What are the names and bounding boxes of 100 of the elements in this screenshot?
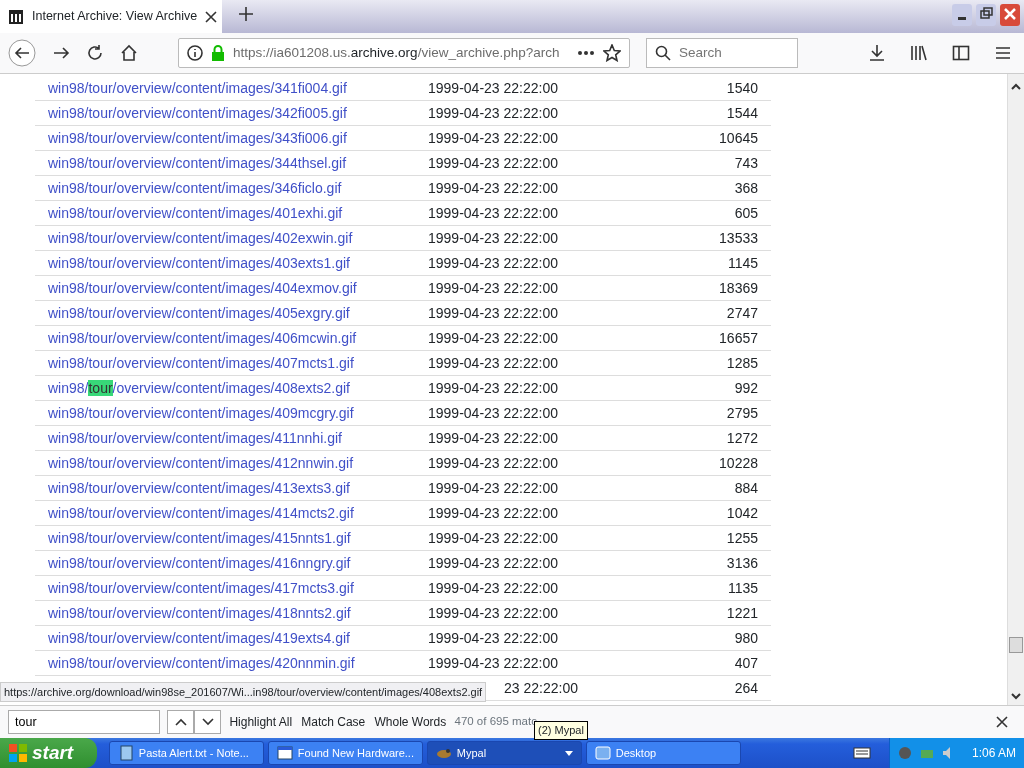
menu-icon[interactable]	[994, 44, 1012, 62]
taskbar-button[interactable]: Mypal	[427, 741, 582, 765]
close-button[interactable]	[1000, 4, 1020, 26]
size-text: 13533	[719, 230, 758, 246]
caret-icon	[565, 750, 573, 756]
find-option[interactable]: Match Case	[300, 712, 367, 732]
size-text: 2747	[726, 305, 758, 321]
date-text: 1999-04-23 22:22:00	[428, 555, 558, 571]
size-text: 743	[734, 155, 758, 171]
size-text: 1544	[726, 105, 758, 121]
file-link[interactable]: win98/tour/overview/content/images/401exhi.gif	[48, 205, 343, 221]
size-text: 3136	[726, 555, 758, 571]
keyboard-icon[interactable]	[852, 746, 871, 760]
file-link[interactable]: win98/tour/overview/content/images/419exts4.gif	[48, 630, 350, 646]
taskbar-button[interactable]: Pasta Alert.txt - Note...	[109, 741, 264, 765]
date-text: 1999-04-23 22:22:00	[428, 255, 558, 271]
window-icon	[277, 745, 293, 761]
size-text: 992	[734, 380, 758, 396]
file-link[interactable]: win98/tour/overview/content/images/341fi004.gif	[48, 80, 347, 96]
desktop-icon	[595, 745, 611, 761]
size-text: 10645	[719, 130, 758, 146]
size-text: 1255	[726, 530, 758, 546]
date-text: 23 22:22:00	[504, 680, 578, 696]
file-link[interactable]: win98/tour/overview/content/images/414mcts2.gif	[48, 505, 354, 521]
date-text: 1999-04-23 22:22:00	[428, 530, 558, 546]
download-icon[interactable]	[868, 44, 886, 62]
size-text: 1042	[726, 505, 758, 521]
size-text: 2795	[726, 405, 758, 421]
address-bar[interactable]: https://ia601208.us.archive.org/view_archive.php?arch	[178, 38, 630, 68]
size-text: 1135	[727, 580, 758, 596]
file-link[interactable]: win98/tour/overview/content/images/411nnhi.gif	[48, 430, 342, 446]
find-option[interactable]: Whole Words	[373, 712, 448, 732]
size-text: 368	[734, 180, 758, 196]
sidebar-icon[interactable]	[952, 44, 970, 62]
search-icon	[655, 45, 671, 61]
tooltip: (2) Mypal	[534, 721, 588, 740]
file-link[interactable]: win98/tour/overview/content/images/343fi006.gif	[48, 130, 347, 146]
file-link[interactable]: win98/tour/overview/content/images/402exwin.gif	[48, 230, 353, 246]
size-text: 264	[734, 680, 758, 696]
close-icon[interactable]	[996, 716, 1008, 729]
browser-tab[interactable]: Internet Archive: View Archive	[0, 0, 222, 33]
file-link[interactable]: win98/tour/overview/content/images/344thsel.gif	[48, 155, 347, 171]
more-icon[interactable]	[577, 50, 595, 56]
file-link[interactable]: win98/tour/overview/content/images/412nnwin.gif	[48, 455, 354, 471]
tab-title: Internet Archive: View Archive	[32, 8, 198, 26]
home-icon[interactable]	[120, 44, 138, 62]
size-text: 884	[734, 480, 758, 496]
close-icon[interactable]	[205, 10, 218, 23]
date-text: 1999-04-23 22:22:00	[428, 230, 558, 246]
reload-icon[interactable]	[86, 44, 104, 62]
file-link[interactable]: win98/tour/overview/content/images/420nnmin.gif	[48, 655, 355, 671]
minimize-button[interactable]	[952, 4, 972, 26]
date-text: 1999-04-23 22:22:00	[428, 480, 558, 496]
date-text: 1999-04-23 22:22:00	[428, 205, 558, 221]
taskbar-button[interactable]: Desktop	[586, 741, 741, 765]
find-field[interactable]: tour	[8, 710, 160, 734]
taskbar-button[interactable]: Found New Hardware...	[268, 741, 423, 765]
restore-button[interactable]	[976, 4, 996, 26]
size-text: 18369	[719, 280, 758, 296]
library-icon[interactable]	[910, 44, 928, 62]
start-button[interactable]: start	[0, 738, 97, 768]
chevron-up-icon	[173, 717, 188, 728]
date-text: 1999-04-23 22:22:00	[428, 580, 558, 596]
size-text: 605	[734, 205, 758, 221]
file-link[interactable]: win98/tour/overview/content/images/416nngry.gif	[48, 555, 351, 571]
padlock-icon	[211, 45, 225, 61]
previous-button[interactable]	[167, 710, 195, 734]
plus-icon[interactable]	[238, 5, 254, 22]
file-link[interactable]: win98/tour/overview/content/images/409mcgry.gif	[48, 405, 354, 421]
scroll-thumb[interactable]	[1009, 637, 1023, 653]
file-link[interactable]: win98/tour/overview/content/images/413exts3.gif	[48, 480, 350, 496]
back-icon[interactable]	[8, 39, 36, 67]
file-link[interactable]: win98/tour/overview/content/images/407mcts1.gif	[48, 355, 354, 371]
temple-icon	[8, 8, 24, 25]
date-text: 1999-04-23 22:22:00	[428, 380, 558, 396]
file-link[interactable]: win98/tour/overview/content/images/404exmov.gif	[48, 280, 357, 296]
date-text: 1999-04-23 22:22:00	[428, 280, 558, 296]
file-link[interactable]: win98/tour/overview/content/images/342fi005.gif	[48, 105, 347, 121]
size-text: 980	[734, 630, 758, 646]
date-text: 1999-04-23 22:22:00	[428, 155, 558, 171]
notepad-icon	[118, 745, 134, 761]
file-link[interactable]: win98/tour/overview/content/images/403exts1.gif	[48, 255, 350, 271]
date-text: 1999-04-23 22:22:00	[428, 180, 558, 196]
file-link[interactable]: win98/tour/overview/content/images/417mcts3.gif	[48, 580, 354, 596]
info-icon	[187, 45, 203, 61]
file-link[interactable]: win98/tour/overview/content/images/415nnts1.gif	[48, 530, 351, 546]
next-button[interactable]	[194, 710, 222, 734]
star-icon[interactable]	[603, 44, 621, 62]
scrollbar[interactable]	[1007, 74, 1024, 705]
file-link[interactable]: win98/tour/overview/content/images/406mcwin.gif	[48, 330, 357, 346]
date-text: 1999-04-23 22:22:00	[428, 605, 558, 621]
size-text: 1221	[726, 605, 758, 621]
file-link[interactable]: win98/tour/overview/content/images/346ficlo.gif	[48, 180, 342, 196]
size-text: 1285	[726, 355, 758, 371]
search-field[interactable]: Search	[646, 38, 798, 68]
file-link[interactable]: win98/tour/overview/content/images/418nnts2.gif	[48, 605, 351, 621]
file-link[interactable]: win98/tour/overview/content/images/405exgry.gif	[48, 305, 350, 321]
find-option[interactable]: Highlight All	[228, 712, 294, 732]
date-text: 1999-04-23 22:22:00	[428, 630, 558, 646]
clock-text: 1:06 AM	[971, 745, 1016, 762]
